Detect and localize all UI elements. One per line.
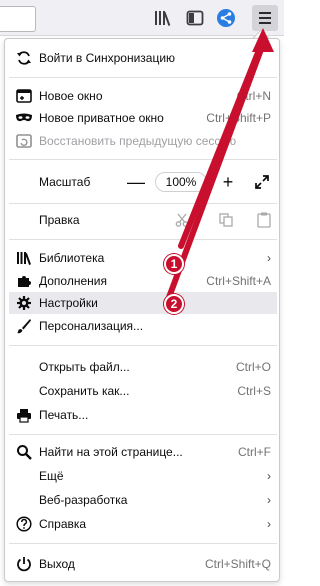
sync-icon xyxy=(15,49,33,67)
menu-item-label: Справка xyxy=(39,517,87,531)
shortcut-label: Ctrl+N xyxy=(236,89,271,103)
browser-toolbar xyxy=(0,0,284,36)
hamburger-menu-icon[interactable] xyxy=(252,5,278,31)
separator xyxy=(9,345,277,346)
menu-item-save-as[interactable]: Сохранить как... Ctrl+S xyxy=(9,380,277,402)
menu-item-private-window[interactable]: Новое приватное окно Ctrl+Shift+P xyxy=(9,107,277,129)
menu-item-open-file[interactable]: Открыть файл... Ctrl+O xyxy=(9,356,277,378)
separator xyxy=(9,543,277,544)
library-icon[interactable] xyxy=(152,7,174,29)
separator xyxy=(9,203,277,204)
zoom-in-button[interactable]: + xyxy=(217,171,239,193)
menu-item-label: Персонализация... xyxy=(39,319,144,333)
edit-label: Правка xyxy=(39,213,80,227)
share-icon[interactable] xyxy=(215,7,237,29)
menu-item-label: Открыть файл... xyxy=(39,360,130,374)
chevron-right-icon: › xyxy=(267,493,271,507)
edit-row: Правка xyxy=(9,209,277,231)
separator xyxy=(9,77,277,78)
copy-icon[interactable] xyxy=(217,211,235,229)
puzzle-icon xyxy=(15,272,33,290)
private-mask-icon xyxy=(15,109,33,127)
shortcut-label: Ctrl+Shift+A xyxy=(206,274,271,288)
menu-item-label: Настройки xyxy=(39,296,98,310)
search-icon xyxy=(15,443,33,461)
step-badge-2: 2 xyxy=(164,294,184,314)
paintbrush-icon xyxy=(15,317,33,335)
menu-item-settings[interactable]: Настройки xyxy=(9,292,277,314)
restore-session-icon xyxy=(15,132,33,150)
shortcut-label: Ctrl+O xyxy=(235,360,271,374)
menu-item-web-dev[interactable]: Веб-разработка › xyxy=(9,489,277,511)
menu-item-quit[interactable]: Выход Ctrl+Shift+Q xyxy=(9,553,277,575)
fullscreen-icon[interactable] xyxy=(251,171,273,193)
shortcut-label: Ctrl+S xyxy=(237,384,271,398)
sidebar-icon[interactable] xyxy=(184,7,206,29)
menu-item-customize[interactable]: Персонализация... xyxy=(9,315,277,337)
printer-icon xyxy=(15,406,33,424)
chevron-right-icon: › xyxy=(267,469,271,483)
power-icon xyxy=(15,555,33,573)
url-bar[interactable] xyxy=(0,6,36,32)
library-icon xyxy=(15,249,33,267)
menu-item-new-window[interactable]: Новое окно Ctrl+N xyxy=(9,85,277,107)
menu-item-print[interactable]: Печать... xyxy=(9,404,277,426)
menu-item-label: Новое приватное окно xyxy=(39,111,164,125)
menu-item-label: Библиотека xyxy=(39,251,105,265)
menu-item-addons[interactable]: Дополнения Ctrl+Shift+A xyxy=(9,270,277,292)
zoom-label: Масштаб xyxy=(39,175,91,189)
chevron-right-icon: › xyxy=(267,517,271,531)
zoom-reset-button[interactable]: 100% xyxy=(155,172,207,192)
menu-item-label: Войти в Синхронизацию xyxy=(39,51,176,65)
menu-item-label: Дополнения xyxy=(39,274,107,288)
help-icon xyxy=(15,515,33,533)
separator xyxy=(9,239,277,240)
separator xyxy=(9,159,277,160)
menu-item-library[interactable]: Библиотека › xyxy=(9,247,277,269)
menu-item-sync[interactable]: Войти в Синхронизацию xyxy=(9,47,277,69)
zoom-row: Масштаб — 100% + xyxy=(9,171,277,193)
shortcut-label: Ctrl+Shift+P xyxy=(206,111,271,125)
step-badge-1: 1 xyxy=(164,254,184,274)
new-window-icon xyxy=(15,87,33,105)
shortcut-label: Ctrl+Shift+Q xyxy=(204,557,271,571)
menu-item-label: Веб-разработка xyxy=(39,493,128,507)
menu-item-label: Найти на этой странице... xyxy=(39,445,183,459)
menu-item-label: Ещё xyxy=(39,469,64,483)
shortcut-label: Ctrl+F xyxy=(238,445,271,459)
menu-item-label: Выход xyxy=(39,557,75,571)
menu-item-find[interactable]: Найти на этой странице... Ctrl+F xyxy=(9,441,277,463)
menu-item-label: Печать... xyxy=(39,408,89,422)
menu-item-more[interactable]: Ещё › xyxy=(9,465,277,487)
gear-icon xyxy=(15,294,33,312)
chevron-right-icon: › xyxy=(267,251,271,265)
zoom-out-button[interactable]: — xyxy=(125,171,147,193)
paste-icon[interactable] xyxy=(255,211,273,229)
menu-item-label: Восстановить предыдущую сессию xyxy=(39,134,237,148)
main-menu-panel: Войти в Синхронизацию Новое окно Ctrl+N … xyxy=(4,38,280,582)
menu-item-label: Сохранить как... xyxy=(39,384,130,398)
separator xyxy=(9,434,277,435)
menu-item-help[interactable]: Справка › xyxy=(9,513,277,535)
menu-item-restore-session[interactable]: Восстановить предыдущую сессию xyxy=(9,130,277,152)
cut-icon[interactable] xyxy=(173,211,191,229)
menu-item-label: Новое окно xyxy=(39,89,103,103)
